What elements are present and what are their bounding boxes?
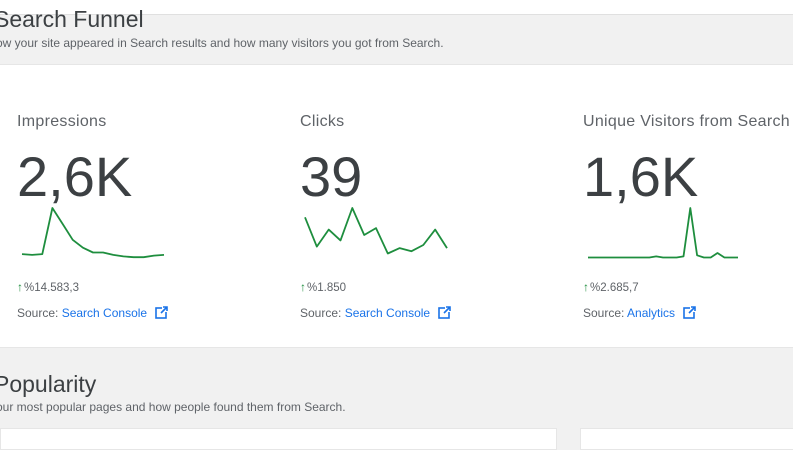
- sparkline: [21, 207, 165, 259]
- open-in-new-icon[interactable]: [155, 306, 169, 319]
- sparkline-path: [304, 207, 448, 255]
- popularity-card-right: [580, 428, 793, 450]
- trend: ↑%1.850: [300, 280, 346, 294]
- section-title-search-funnel: Search Funnel: [0, 6, 144, 32]
- sparkline-path: [588, 207, 738, 259]
- popularity-card-left: [0, 428, 557, 450]
- open-in-new-icon[interactable]: [438, 306, 452, 319]
- metric-label: Impressions: [17, 113, 107, 130]
- metric-label: Clicks: [300, 113, 345, 130]
- source-line: Source: Search Console: [17, 306, 169, 320]
- section-subtitle-popularity: our most popular pages and how people fo…: [0, 400, 346, 414]
- trend-value: %2.685,7: [590, 282, 639, 294]
- metric-value: 39: [300, 145, 363, 208]
- source-line: Source: Search Console: [300, 306, 452, 320]
- metric-label: Unique Visitors from Search: [583, 113, 790, 130]
- source-link-search-console[interactable]: Search Console: [62, 306, 147, 320]
- source-prefix: Source:: [583, 306, 625, 320]
- metric-value: 1,6K: [583, 145, 699, 208]
- sparkline: [588, 207, 738, 259]
- source-link-analytics[interactable]: Analytics: [627, 306, 675, 320]
- source-prefix: Source:: [300, 306, 342, 320]
- open-in-new-icon[interactable]: [683, 306, 697, 319]
- trend-value: %14.583,3: [24, 282, 79, 294]
- trend-value: %1.850: [307, 282, 347, 294]
- source-line: Source: Analytics: [583, 306, 697, 320]
- trend: ↑%14.583,3: [17, 280, 79, 294]
- section-title-popularity: Popularity: [0, 371, 97, 397]
- arrow-up-icon: ↑: [300, 280, 306, 294]
- search-funnel-card: Impressions 2,6K ↑%14.583,3 Source: Sear…: [0, 64, 793, 348]
- arrow-up-icon: ↑: [583, 280, 589, 294]
- sparkline-path: [21, 207, 165, 259]
- source-link-search-console[interactable]: Search Console: [345, 306, 430, 320]
- metric-unique-visitors: Unique Visitors from Search 1,6K ↑%2.685…: [583, 65, 793, 347]
- metric-value: 2,6K: [17, 145, 133, 208]
- source-prefix: Source:: [17, 306, 59, 320]
- metric-clicks: Clicks 39 ↑%1.850 Source: Search Console: [300, 65, 560, 347]
- sparkline: [304, 207, 448, 255]
- trend: ↑%2.685,7: [583, 280, 639, 294]
- arrow-up-icon: ↑: [17, 280, 23, 294]
- metric-impressions: Impressions 2,6K ↑%14.583,3 Source: Sear…: [17, 65, 277, 347]
- section-subtitle-search-funnel: ow your site appeared in Search results …: [0, 36, 444, 50]
